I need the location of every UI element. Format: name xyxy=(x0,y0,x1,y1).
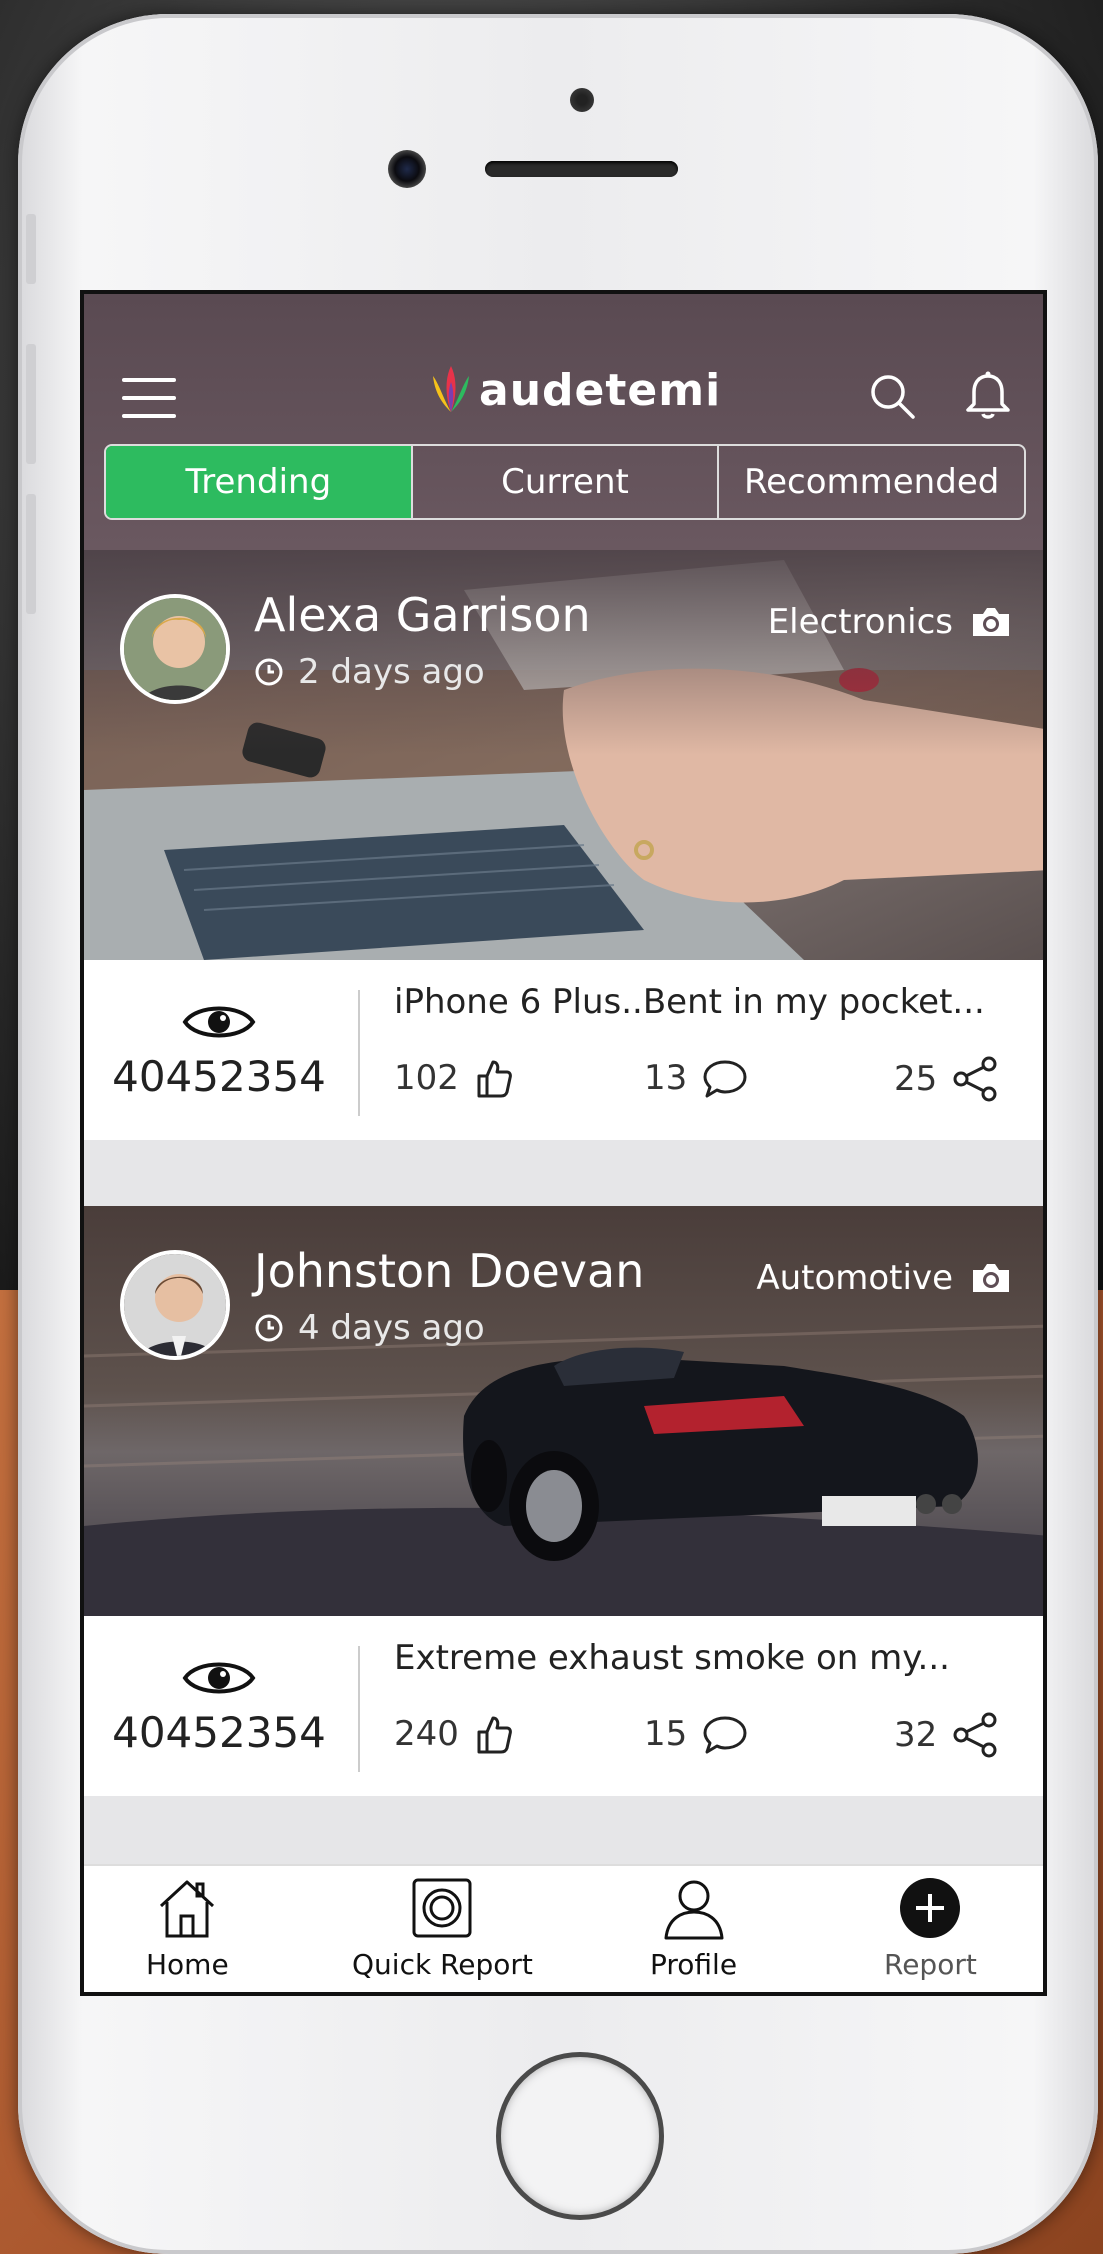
author-name[interactable]: Alexa Garrison xyxy=(254,588,591,642)
comment-count: 15 xyxy=(644,1714,688,1754)
like-button[interactable]: 102 xyxy=(394,1056,513,1100)
comment-button[interactable]: 15 xyxy=(644,1712,749,1756)
quick-report-icon xyxy=(412,1878,472,1938)
plus-circle-icon xyxy=(900,1878,961,1938)
logo-mark-icon xyxy=(433,366,469,412)
post-card[interactable]: Alexa Garrison 2 days ago Electronics 40… xyxy=(84,550,1043,1140)
proximity-sensor xyxy=(570,88,594,112)
nav-home-label: Home xyxy=(146,1948,229,1981)
author-name[interactable]: Johnston Doevan xyxy=(254,1244,644,1298)
home-hardware-button[interactable] xyxy=(496,2052,664,2220)
app-header: audetemi Trending Current Recommended xyxy=(84,294,1043,550)
clock-icon xyxy=(255,1314,283,1342)
like-count: 240 xyxy=(394,1714,459,1754)
comment-icon xyxy=(703,1716,747,1754)
thumbs-up-icon xyxy=(477,1060,512,1098)
post-time: 2 days ago xyxy=(254,652,485,692)
post-time: 4 days ago xyxy=(254,1308,485,1348)
tab-recommended[interactable]: Recommended xyxy=(719,446,1024,518)
comment-button[interactable]: 13 xyxy=(644,1056,749,1100)
volume-up-button xyxy=(26,344,36,464)
post-time-text: 4 days ago xyxy=(298,1308,485,1348)
stats-divider xyxy=(358,990,360,1116)
nav-report[interactable]: Report xyxy=(884,1876,977,1981)
home-icon xyxy=(160,1880,215,1938)
app-logo: audetemi xyxy=(429,360,721,420)
post-image-automotive: Johnston Doevan 4 days ago Automotive xyxy=(84,1206,1043,1616)
post-stats: 40452354 Extreme exhaust smoke on my... … xyxy=(84,1616,1043,1796)
post-image-electronics: Alexa Garrison 2 days ago Electronics xyxy=(84,550,1043,960)
eye-icon xyxy=(182,1006,256,1037)
view-count-number: 40452354 xyxy=(112,1051,326,1101)
eye-icon xyxy=(182,1662,256,1693)
post-category[interactable]: Electronics xyxy=(768,602,1013,642)
view-count-number: 40452354 xyxy=(112,1707,326,1757)
comment-count: 13 xyxy=(644,1058,688,1098)
share-count: 32 xyxy=(894,1715,938,1755)
comment-icon xyxy=(703,1060,747,1098)
category-label: Electronics xyxy=(767,602,953,642)
avatar[interactable] xyxy=(120,594,230,704)
post-stats: 40452354 iPhone 6 Plus..Bent in my pocke… xyxy=(84,960,1043,1140)
thumbs-up-icon xyxy=(477,1716,512,1754)
nav-home[interactable]: Home xyxy=(146,1876,229,1981)
like-button[interactable]: 240 xyxy=(394,1712,513,1756)
front-camera xyxy=(388,150,426,188)
category-label: Automotive xyxy=(756,1258,953,1298)
earpiece-speaker xyxy=(485,161,678,177)
logo-text: audetemi xyxy=(479,364,722,416)
tab-trending[interactable]: Trending xyxy=(106,446,413,518)
post-time-text: 2 days ago xyxy=(298,652,485,692)
search-icon[interactable] xyxy=(864,368,920,424)
nav-report-label: Report xyxy=(884,1948,977,1981)
clock-icon xyxy=(255,658,283,686)
view-count: 40452354 xyxy=(84,960,354,1140)
tab-current[interactable]: Current xyxy=(413,446,720,518)
share-button[interactable]: 25 xyxy=(894,1056,999,1102)
camera-icon xyxy=(973,608,1009,636)
share-count: 25 xyxy=(894,1059,938,1099)
nav-quick-report-label: Quick Report xyxy=(352,1948,533,1981)
like-count: 102 xyxy=(394,1058,459,1098)
post-actions: 102 13 25 xyxy=(394,1056,1014,1116)
feed-tabs: Trending Current Recommended xyxy=(104,444,1026,520)
bottom-nav: Home Quick Report Profile Report xyxy=(84,1864,1043,1992)
volume-down-button xyxy=(26,494,36,614)
post-card[interactable]: Johnston Doevan 4 days ago Automotive 40… xyxy=(84,1206,1043,1796)
camera-icon xyxy=(973,1264,1009,1292)
avatar[interactable] xyxy=(120,1250,230,1360)
post-actions: 240 15 32 xyxy=(394,1712,1014,1772)
share-icon xyxy=(953,1056,997,1102)
share-button[interactable]: 32 xyxy=(894,1712,999,1758)
nav-quick-report[interactable]: Quick Report xyxy=(352,1876,533,1981)
share-icon xyxy=(953,1712,997,1758)
post-title[interactable]: iPhone 6 Plus..Bent in my pocket... xyxy=(394,982,985,1022)
nav-profile[interactable]: Profile xyxy=(650,1876,737,1981)
bell-icon[interactable] xyxy=(960,368,1016,424)
mute-switch xyxy=(26,214,36,284)
nav-profile-label: Profile xyxy=(650,1948,738,1981)
hamburger-icon[interactable] xyxy=(122,378,176,418)
stats-divider xyxy=(358,1646,360,1772)
profile-icon xyxy=(664,1880,724,1940)
view-count: 40452354 xyxy=(84,1616,354,1796)
post-category[interactable]: Automotive xyxy=(756,1258,1013,1298)
post-title[interactable]: Extreme exhaust smoke on my... xyxy=(394,1638,950,1678)
app-screen: audetemi Trending Current Recommended Al… xyxy=(80,290,1047,1996)
